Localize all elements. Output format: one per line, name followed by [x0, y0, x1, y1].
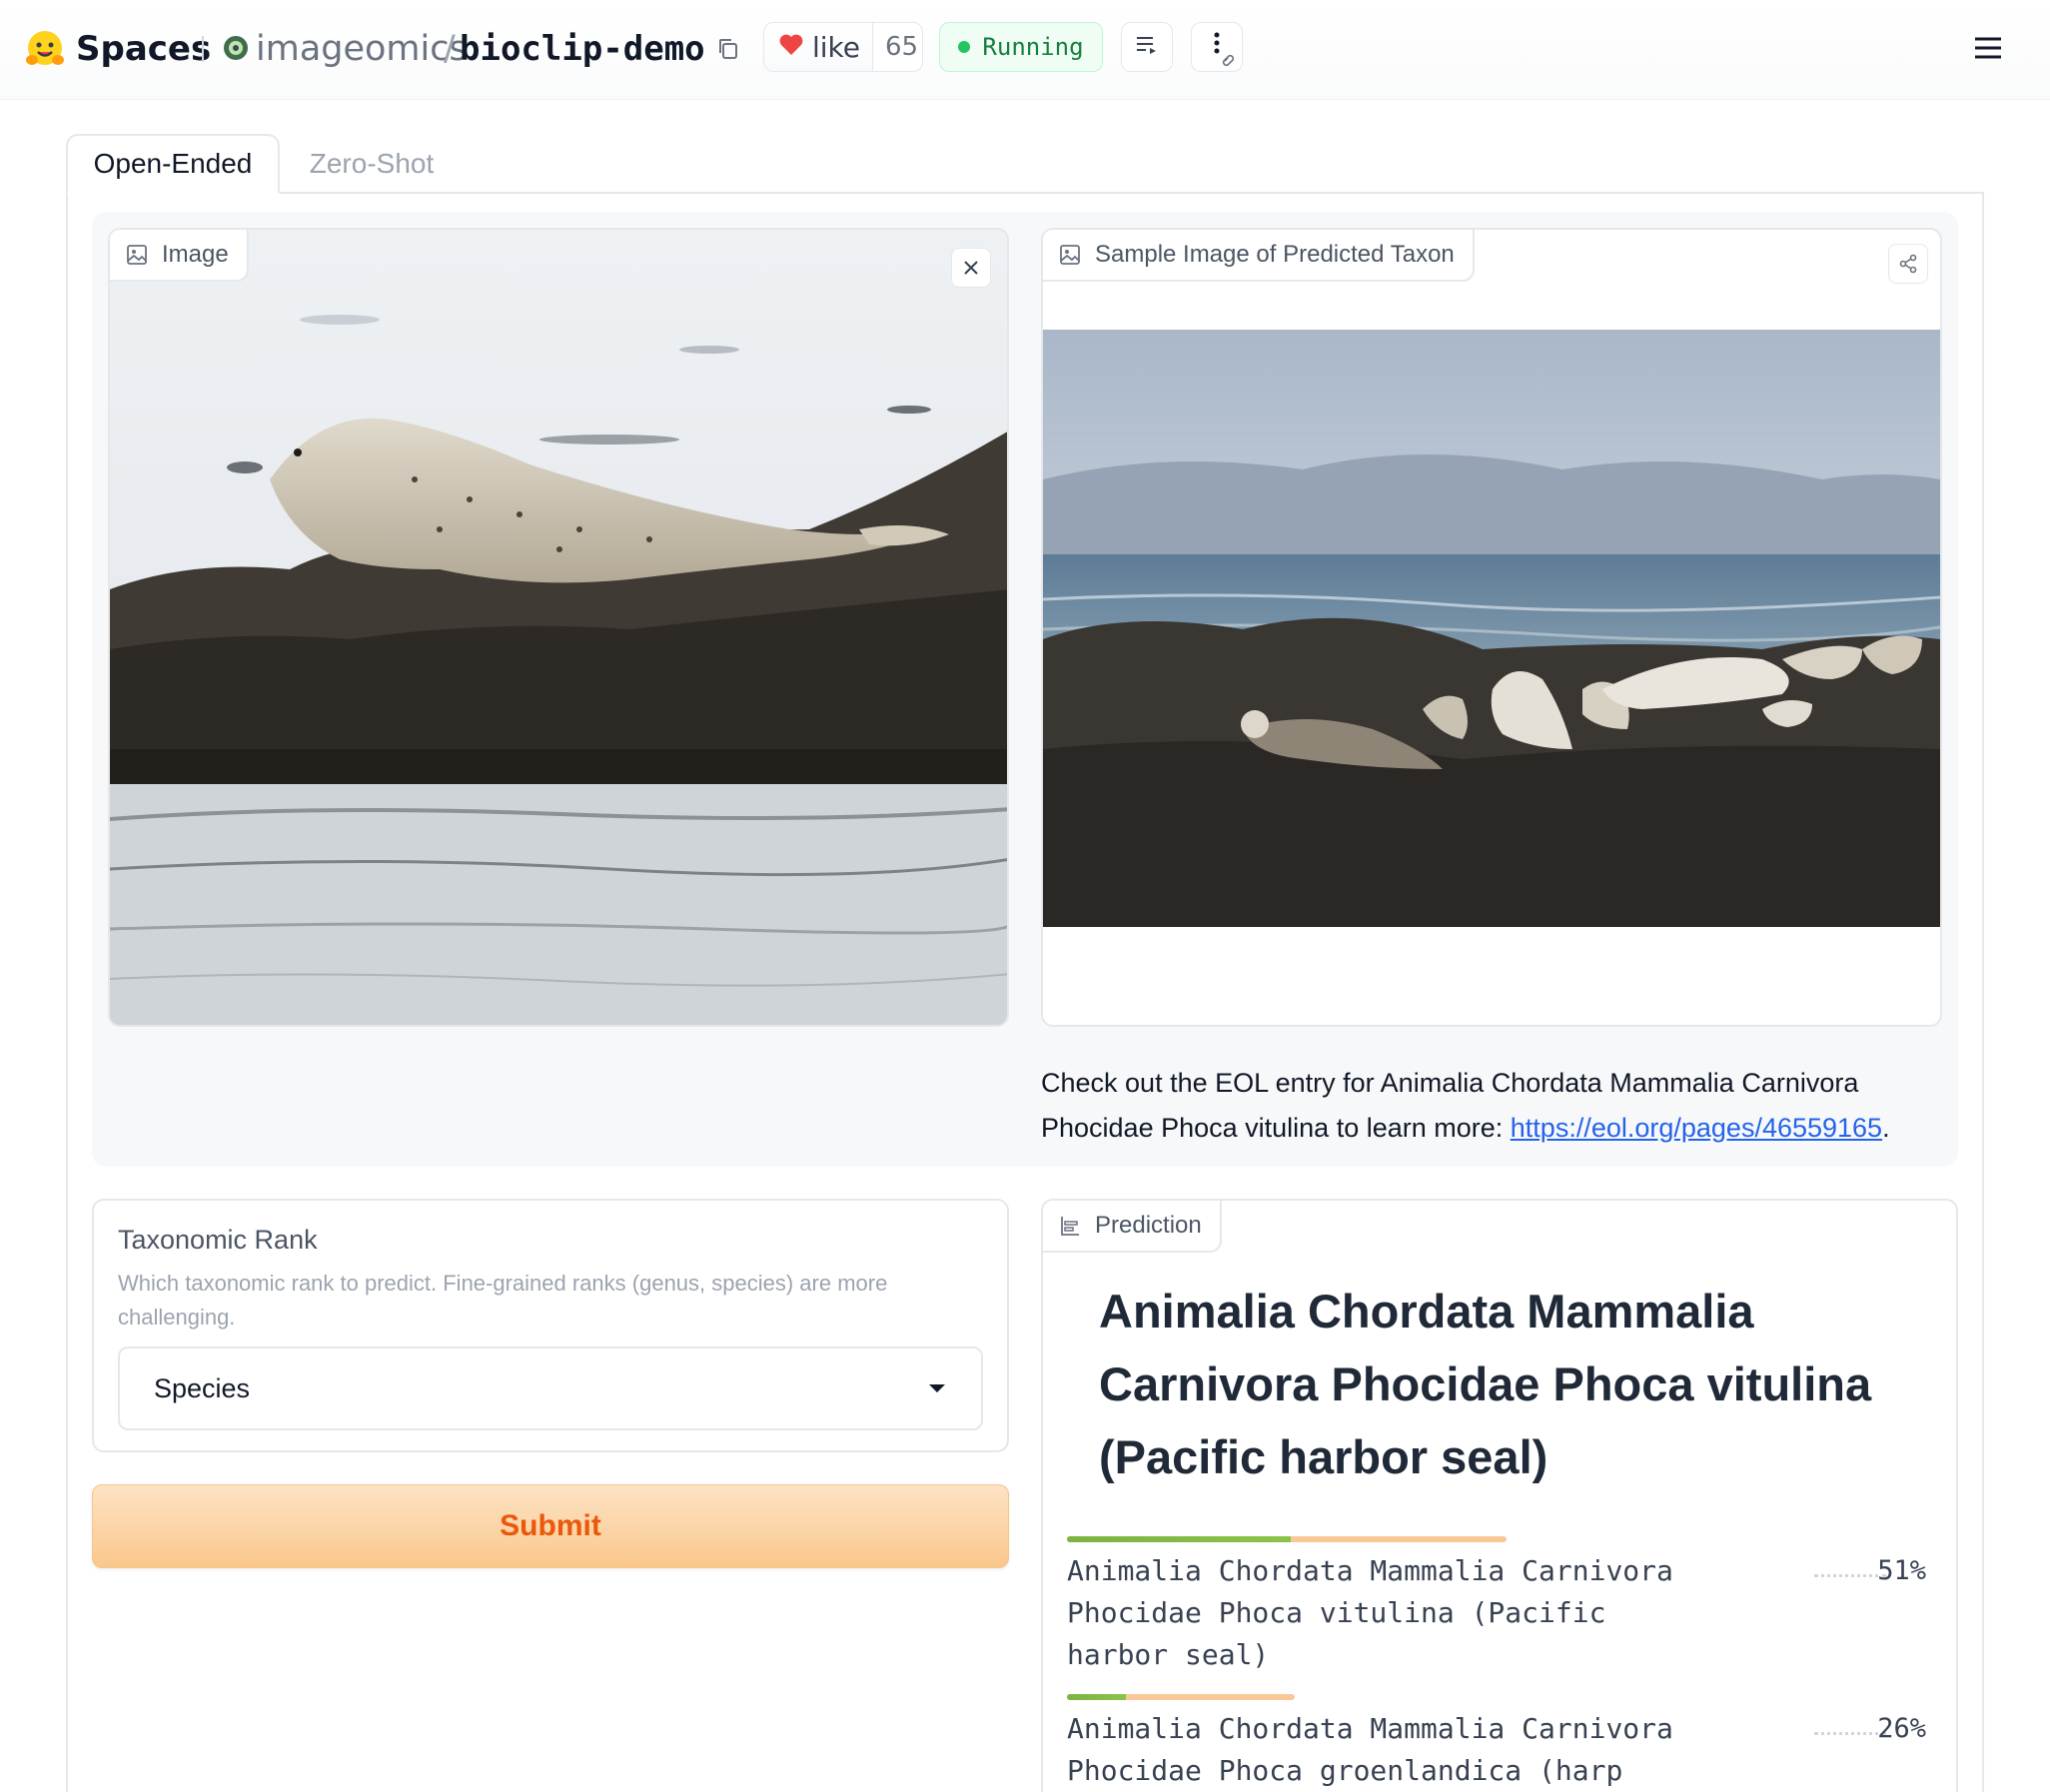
submit-label: Submit: [500, 1509, 601, 1542]
confidence-bar-fill: [1067, 1536, 1292, 1542]
rank-selected-value: Species: [154, 1372, 251, 1403]
submit-button[interactable]: Submit: [92, 1484, 1009, 1568]
input-image-block[interactable]: Image: [108, 228, 1009, 1027]
predicted-taxon-image-block: Sample Image of Predicted Taxon: [1041, 228, 1942, 1027]
sample-taxon-photo: [1043, 330, 1940, 927]
path-separator: /: [444, 29, 456, 69]
org-name-link[interactable]: imageomics: [256, 26, 468, 72]
prediction-badge: Prediction: [1043, 1201, 1222, 1253]
like-button[interactable]: like 65: [763, 22, 923, 72]
hugging-face-logo-icon[interactable]: [24, 28, 66, 70]
image-icon: [126, 244, 148, 266]
confidence-bar: [1067, 1536, 1507, 1542]
eol-link[interactable]: https://eol.org/pages/46559165: [1511, 1113, 1882, 1143]
leader-dots: [1814, 1574, 1886, 1577]
eol-info: Check out the EOL entry for Animalia Cho…: [1041, 1061, 1940, 1151]
rank-description: Which taxonomic rank to predict. Fine-gr…: [118, 1271, 888, 1330]
bar-chart-icon: [1059, 1215, 1081, 1237]
share-icon[interactable]: [1888, 244, 1928, 284]
org-avatar[interactable]: [222, 34, 250, 62]
logs-icon: [1134, 34, 1160, 60]
input-image-badge: Image: [110, 230, 249, 282]
tab-open-ended[interactable]: Open-Ended: [66, 134, 280, 194]
predicted-image-badge: Sample Image of Predicted Taxon: [1043, 230, 1475, 282]
copy-icon[interactable]: [715, 36, 741, 62]
input-image-label: Image: [162, 241, 229, 268]
confidence-percent: 26%: [1877, 1713, 1926, 1744]
prediction-title: Animalia Chordata Mammalia Carnivora Pho…: [1099, 1285, 1872, 1483]
logs-button[interactable]: [1121, 22, 1173, 72]
status-badge[interactable]: Running: [939, 22, 1103, 72]
confidence-label: Animalia Chordata Mammalia Carnivora Pho…: [1067, 1554, 1673, 1671]
like-count: 65: [885, 32, 919, 62]
prediction-panel: Prediction Animalia Chordata Mammalia Ca…: [1041, 1199, 1958, 1792]
tab-zero-shot[interactable]: Zero-Shot: [290, 134, 454, 194]
spaces-link[interactable]: Spaces: [76, 26, 211, 72]
status-dot-icon: [958, 41, 971, 53]
confidence-bar-fill: [1067, 1694, 1127, 1700]
like-label: like: [812, 30, 861, 64]
close-icon[interactable]: [951, 248, 991, 288]
uploaded-seal-photo: [110, 230, 1007, 1025]
caret-down-icon: [927, 1379, 947, 1398]
prediction-label: Prediction: [1095, 1212, 1202, 1239]
top-bar: Spaces imageomics / bioclip-demo like 65…: [0, 0, 2050, 100]
predicted-image-label: Sample Image of Predicted Taxon: [1095, 241, 1455, 268]
eol-text-end: .: [1882, 1113, 1890, 1143]
rank-title: Taxonomic Rank: [118, 1225, 318, 1255]
repo-name-link[interactable]: bioclip-demo: [460, 26, 705, 72]
hamburger-menu-icon[interactable]: [1968, 30, 2008, 66]
rank-dropdown[interactable]: Species: [118, 1346, 983, 1430]
confidence-bar: [1067, 1694, 1295, 1700]
heart-icon: [778, 33, 804, 61]
image-icon: [1059, 244, 1081, 266]
divider: [202, 36, 204, 62]
confidence-percent: 51%: [1877, 1555, 1926, 1586]
confidence-label: Animalia Chordata Mammalia Carnivora Pho…: [1067, 1712, 1673, 1787]
status-text: Running: [982, 33, 1084, 61]
taxonomic-rank-panel: Taxonomic Rank Which taxonomic rank to p…: [92, 1199, 1009, 1452]
more-options-button[interactable]: [1191, 22, 1243, 72]
more-vertical-icon: [1197, 23, 1237, 71]
leader-dots: [1814, 1732, 1886, 1735]
